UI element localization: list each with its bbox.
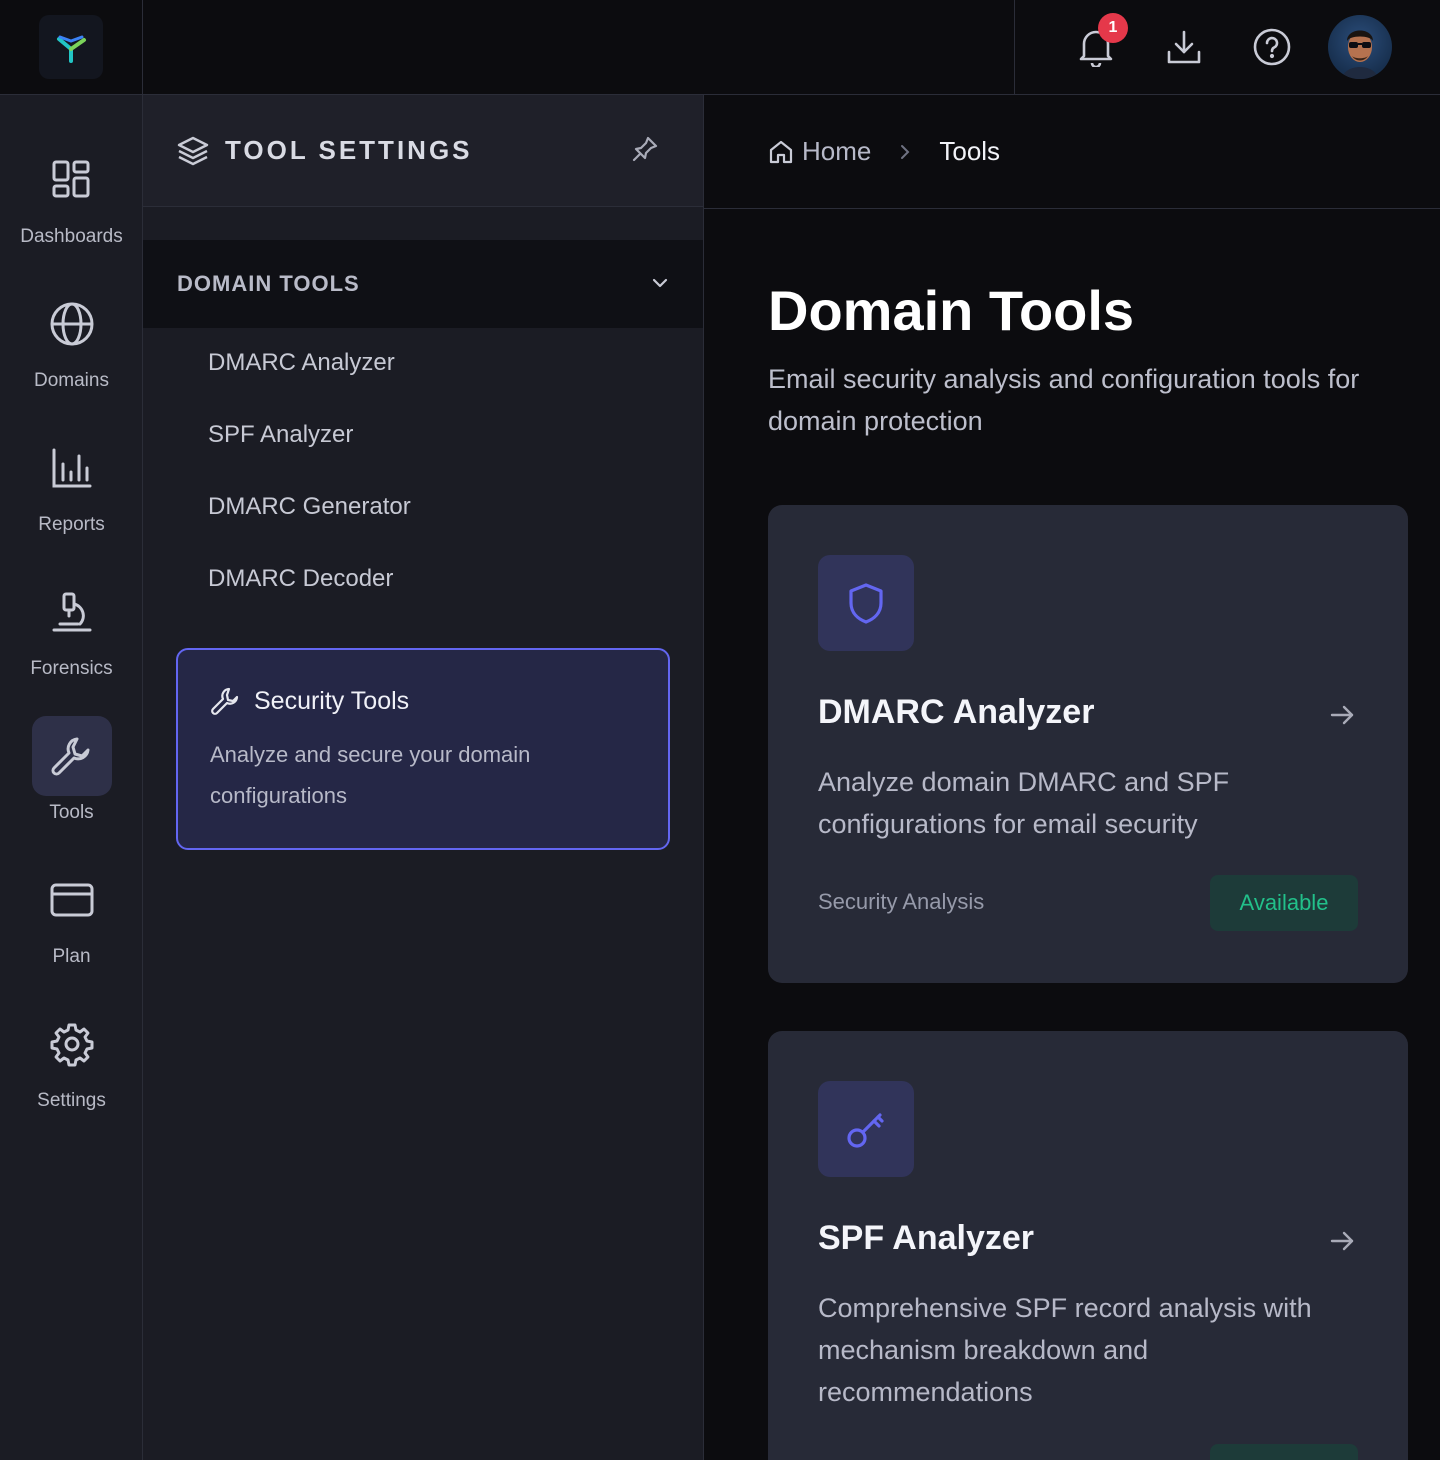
nav-item-tools[interactable]: Tools: [0, 716, 143, 824]
left-nav-rail: Dashboards Domains Reports Forensics Too…: [0, 0, 143, 1460]
panel-title: TOOL SETTINGS: [225, 135, 473, 165]
nav-label-tools: Tools: [49, 802, 94, 823]
breadcrumb-current: Tools: [939, 136, 1001, 166]
nav-item-plan[interactable]: Plan: [0, 860, 143, 968]
nav-label-dashboards: Dashboards: [20, 226, 123, 247]
microscope-icon: [32, 572, 112, 652]
chevron-right-icon: [901, 144, 910, 159]
bar-chart-icon: [32, 428, 112, 508]
key-icon: [847, 1113, 884, 1148]
security-tools-title-row: Security Tools: [210, 686, 636, 716]
pin-icon: [632, 136, 658, 162]
nav-label-domains: Domains: [34, 370, 109, 391]
arrow-right-icon: [1330, 1231, 1354, 1251]
avatar-image: [1342, 30, 1378, 79]
nav-label-forensics: Forensics: [30, 658, 113, 679]
tool-icon-tile: [818, 1081, 914, 1177]
domain-tools-section-toggle[interactable]: DOMAIN TOOLS: [143, 240, 703, 328]
tool-card-dmarc-analyzer[interactable]: DMARC Analyzer Analyze domain DMARC and …: [768, 505, 1408, 983]
tool-category: Security Analysis: [818, 889, 985, 914]
panel-header: TOOL SETTINGS: [143, 95, 703, 207]
user-avatar[interactable]: [1328, 15, 1392, 79]
layers-icon: [177, 136, 209, 165]
home-icon: [769, 140, 793, 163]
globe-icon: [32, 284, 112, 364]
breadcrumb-home-label: Home: [802, 136, 872, 166]
page-subtitle: Email security analysis and configuratio…: [768, 364, 1360, 436]
tool-name: SPF Analyzer: [818, 1219, 1035, 1257]
breadcrumb-home[interactable]: Home: [768, 136, 871, 167]
wrench-icon: [211, 687, 239, 715]
pin-button[interactable]: [631, 135, 659, 168]
security-tools-description: Analyze and secure your domain configura…: [210, 742, 531, 808]
status-badge: Available: [1210, 875, 1358, 931]
wrench-icon: [31, 716, 112, 796]
help-button[interactable]: [1249, 24, 1295, 70]
download-icon: [1167, 30, 1201, 64]
nav-item-reports[interactable]: Reports: [0, 428, 143, 536]
notification-badge: 1: [1098, 13, 1128, 43]
nav-label-reports: Reports: [38, 514, 105, 535]
tool-icon-tile: [818, 555, 914, 651]
app: Dashboards Domains Reports Forensics Too…: [0, 0, 1440, 1460]
nav-item-dashboards[interactable]: Dashboards: [0, 140, 143, 248]
grid-icon: [32, 140, 112, 220]
nav-item-settings[interactable]: Settings: [0, 1004, 143, 1112]
nav-label-settings: Settings: [37, 1090, 106, 1111]
app-logo[interactable]: [39, 15, 103, 79]
nav-item-forensics[interactable]: Forensics: [0, 572, 143, 680]
gear-icon: [32, 1004, 112, 1084]
chevron-down-icon: [652, 278, 668, 288]
panel-item-dmarc-generator[interactable]: DMARC Generator: [208, 493, 411, 521]
topbar-divider: [1014, 0, 1015, 95]
nav-item-domains[interactable]: Domains: [0, 284, 143, 392]
breadcrumb: Home Tools: [704, 95, 1440, 209]
security-tools-card[interactable]: Security Tools Analyze and secure your d…: [176, 648, 670, 850]
help-icon: [1253, 28, 1291, 66]
security-tools-title: Security Tools: [254, 686, 410, 715]
download-button[interactable]: [1161, 24, 1207, 70]
page-title: Domain Tools: [768, 279, 1135, 342]
tool-description: Analyze domain DMARC and SPF configurati…: [818, 767, 1230, 839]
logo-icon: [57, 35, 86, 63]
arrow-right-icon: [1330, 705, 1354, 725]
status-badge: [1210, 1444, 1358, 1460]
panel-item-dmarc-analyzer[interactable]: DMARC Analyzer: [208, 349, 395, 377]
credit-card-icon: [32, 860, 112, 940]
notifications-button[interactable]: 1: [1073, 13, 1128, 70]
nav-label-plan: Plan: [52, 946, 91, 967]
top-bar: 1: [143, 0, 1440, 95]
tool-settings-panel: TOOL SETTINGS DOMAIN TOOLS DMARC Analyze…: [143, 95, 704, 1460]
tool-name: DMARC Analyzer: [818, 693, 1095, 731]
panel-item-dmarc-decoder[interactable]: DMARC Decoder: [208, 565, 393, 593]
panel-item-spf-analyzer[interactable]: SPF Analyzer: [208, 421, 353, 449]
tool-description: Comprehensive SPF record analysis with m…: [818, 1293, 1312, 1407]
shield-icon: [849, 583, 883, 624]
section-label: DOMAIN TOOLS: [177, 271, 360, 296]
logo-container: [0, 0, 142, 95]
tool-card-spf-analyzer[interactable]: SPF Analyzer Comprehensive SPF record an…: [768, 1031, 1408, 1460]
